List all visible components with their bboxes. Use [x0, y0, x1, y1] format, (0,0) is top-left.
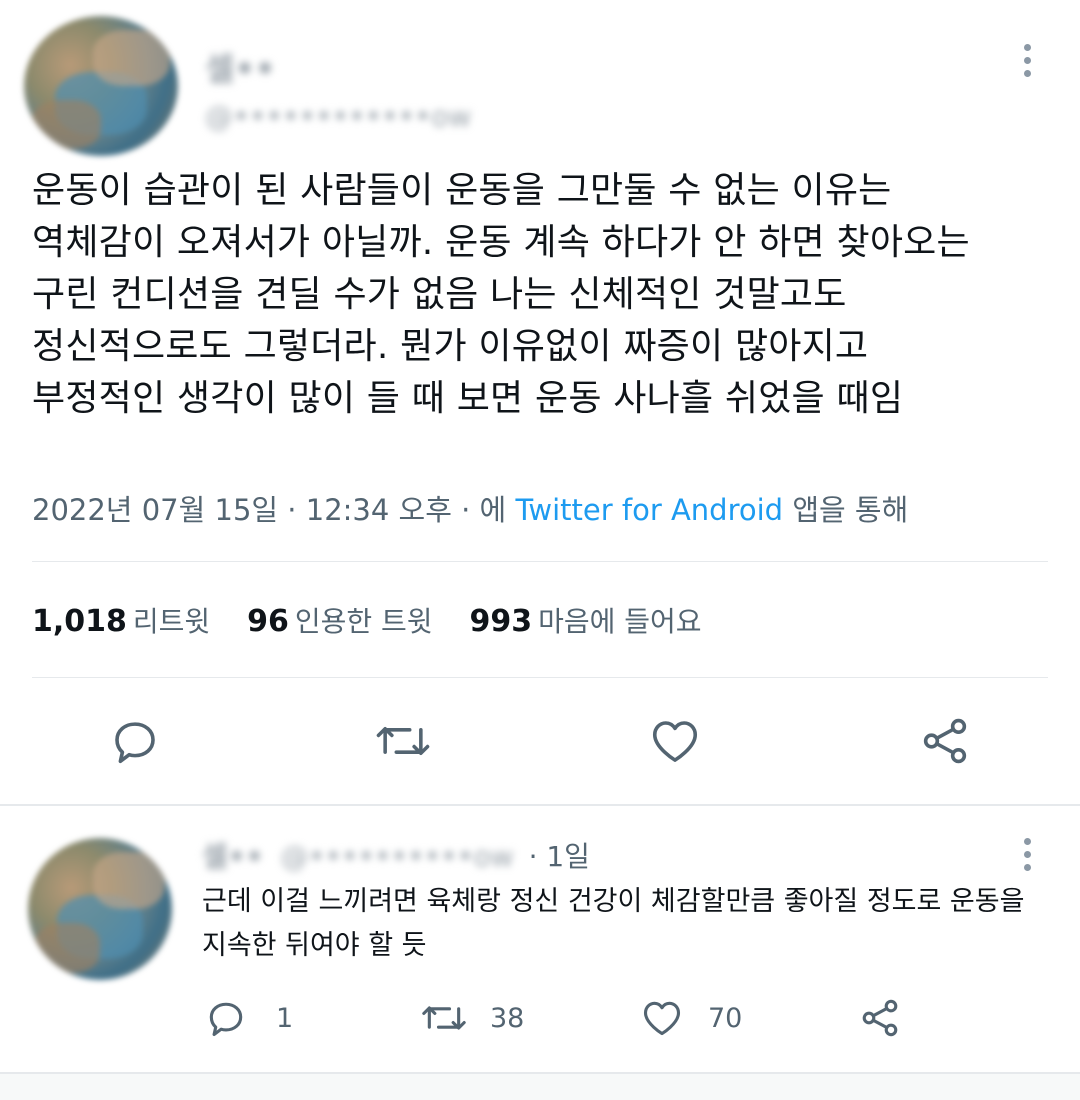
- retweets-count[interactable]: 1,018: [32, 604, 127, 639]
- retweet-icon: [376, 726, 430, 756]
- reply-count: 1: [276, 1002, 294, 1034]
- like-icon: [652, 721, 698, 762]
- reply-author-name[interactable]: 셀••: [202, 840, 264, 873]
- author-name[interactable]: 셀••: [205, 44, 275, 90]
- likes-label[interactable]: 마음에 들어요: [538, 605, 701, 638]
- retweet-button[interactable]: [374, 714, 432, 768]
- bottom-spacer: [0, 1074, 1080, 1100]
- share-icon: [923, 718, 967, 764]
- divider: [32, 561, 1048, 562]
- reply-author-avatar[interactable]: [28, 838, 172, 980]
- tweet-timestamp[interactable]: 2022년 07월 15일 · 12:34 오후 · 에: [32, 493, 506, 527]
- reply-icon: [115, 722, 155, 764]
- reply-share-button[interactable]: [858, 996, 902, 1040]
- like-count: 70: [708, 1002, 743, 1034]
- reply-text: 근데 이걸 느끼려면 육체랑 정신 건강이 체감할만큼 좋아질 정도로 운동을 …: [202, 880, 1052, 968]
- reply-reply-button[interactable]: 1: [204, 996, 293, 1040]
- quotes-label[interactable]: 인용한 트윗: [295, 605, 433, 638]
- tweet-text-line: 역체감이 오져서가 아닐까. 운동 계속 하다가 안 하면 찾아오는: [32, 222, 970, 263]
- author-handle[interactable]: @••••••••••••ow: [205, 100, 471, 133]
- retweet-count: 38: [490, 1002, 525, 1034]
- share-button[interactable]: [918, 714, 972, 768]
- reply-text-line: 근데 이걸 느끼려면 육체랑 정신 건강이 체감할만큼 좋아질 정도로 운동을: [202, 886, 1025, 917]
- retweet-icon: [422, 1006, 466, 1030]
- reply-icon: [209, 1002, 243, 1037]
- author-avatar[interactable]: [24, 16, 178, 156]
- divider: [32, 677, 1048, 678]
- reply-button[interactable]: [108, 714, 162, 768]
- tweet-source-link[interactable]: Twitter for Android: [515, 493, 783, 527]
- reply-author-handle[interactable]: @••••••••••ow: [280, 840, 513, 873]
- more-icon[interactable]: [1022, 44, 1032, 84]
- tweet-text: 운동이 습관이 된 사람들이 운동을 그만둘 수 없는 이유는 역체감이 오져서…: [32, 165, 1062, 425]
- reply-text-line: 지속한 뒤여야 할 듯: [202, 930, 427, 961]
- tweet-meta: 2022년 07월 15일 · 12:34 오후 · 에 Twitter for…: [32, 487, 908, 529]
- tweet-stats: 1,018 리트윗 96 인용한 트윗 993 마음에 들어요: [32, 600, 730, 640]
- likes-count[interactable]: 993: [469, 604, 532, 639]
- quotes-count[interactable]: 96: [247, 604, 289, 639]
- reply-header: 셀•• @••••••••••ow · 1일: [202, 835, 590, 875]
- tweet-text-line: 정신적으로도 그렇더라. 뭔가 이유없이 짜증이 많아지고: [32, 326, 869, 367]
- reply-like-button[interactable]: 70: [640, 996, 742, 1040]
- retweets-label[interactable]: 리트윗: [133, 605, 210, 638]
- section-separator: [0, 804, 1080, 806]
- tweet-text-line: 운동이 습관이 된 사람들이 운동을 그만둘 수 없는 이유는: [32, 170, 892, 211]
- tweet-text-line: 부정적인 생각이 많이 들 때 보면 운동 사나흘 쉬었을 때임: [32, 378, 904, 419]
- reply-retweet-button[interactable]: 38: [420, 996, 524, 1040]
- reply-time[interactable]: · 1일: [529, 840, 590, 873]
- tweet-source-suffix: 앱을 통해: [792, 493, 909, 527]
- like-icon: [643, 1001, 681, 1036]
- tweet-text-line: 구린 컨디션을 견딜 수가 없음 나는 신체적인 것말고도: [32, 274, 847, 315]
- like-button[interactable]: [648, 714, 702, 768]
- share-icon: [862, 999, 898, 1037]
- reply-more-icon[interactable]: [1022, 838, 1032, 878]
